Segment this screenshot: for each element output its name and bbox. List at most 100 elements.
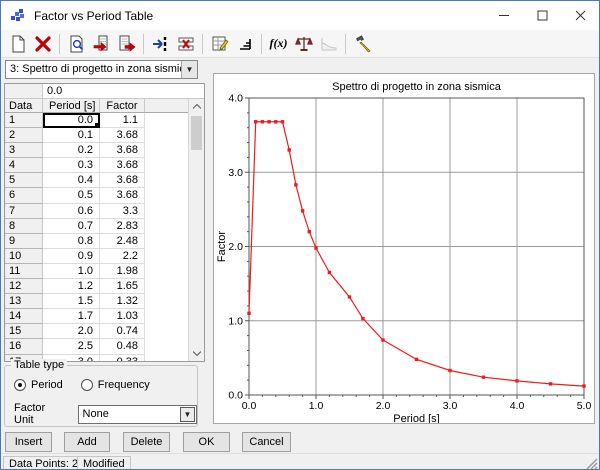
minimize-button[interactable] (485, 1, 523, 30)
table-cell[interactable]: 1.65 (100, 279, 145, 294)
table-row[interactable]: 60.53.68 (5, 188, 189, 203)
table-cell[interactable]: 5 (5, 173, 43, 188)
table-row[interactable]: 80.72.83 (5, 219, 189, 234)
table-cell[interactable]: 16 (5, 339, 43, 354)
table-row[interactable]: 30.23.68 (5, 143, 189, 158)
table-cell[interactable]: 0.0 (43, 113, 100, 128)
table-row[interactable]: 70.63.3 (5, 204, 189, 219)
table-cell[interactable]: 4 (5, 158, 43, 173)
table-cell[interactable]: 2.5 (43, 339, 100, 354)
table-row[interactable]: 50.43.68 (5, 173, 189, 188)
maximize-button[interactable] (523, 1, 561, 30)
import-button[interactable] (89, 32, 114, 56)
table-cell[interactable]: 0.33 (100, 355, 145, 362)
clear-table-button[interactable] (30, 32, 55, 56)
table-row[interactable]: 111.01.98 (5, 264, 189, 279)
table-cell[interactable]: 13 (5, 294, 43, 309)
close-button[interactable] (561, 1, 599, 30)
table-cell[interactable]: 0.8 (43, 234, 100, 249)
table-cell[interactable]: 2.0 (43, 324, 100, 339)
table-scrollbar[interactable] (188, 99, 204, 361)
table-cell[interactable]: 0.9 (43, 249, 100, 264)
table-cell[interactable]: 11 (5, 264, 43, 279)
sort-button[interactable] (232, 32, 257, 56)
scrollbar-thumb[interactable] (191, 116, 202, 150)
table-cell[interactable]: 3.68 (100, 143, 145, 158)
table-cell[interactable]: 14 (5, 309, 43, 324)
table-cell[interactable]: 1.2 (43, 279, 100, 294)
table-cell[interactable]: 0.74 (100, 324, 145, 339)
formula-button[interactable]: f(x) (266, 32, 291, 56)
table-cell[interactable]: 0.6 (43, 204, 100, 219)
table-row[interactable]: 131.51.32 (5, 294, 189, 309)
table-cell[interactable]: 1.32 (100, 294, 145, 309)
fill-handle[interactable] (95, 123, 99, 127)
cancel-button[interactable]: Cancel (242, 432, 291, 452)
paste-table-button[interactable] (207, 32, 232, 56)
table-grid[interactable]: Data Period [s] Factor 10.01.120.13.6830… (5, 99, 189, 361)
add-button[interactable]: Add (64, 432, 110, 452)
table-row[interactable]: 162.50.48 (5, 339, 189, 354)
insert-row-button[interactable] (148, 32, 173, 56)
table-cell[interactable]: 2.83 (100, 219, 145, 234)
table-cell[interactable]: 10 (5, 249, 43, 264)
table-cell[interactable]: 3 (5, 143, 43, 158)
table-cell[interactable]: 1.0 (43, 264, 100, 279)
table-cell[interactable]: 1 (5, 113, 43, 128)
table-cell[interactable]: 0.48 (100, 339, 145, 354)
ok-button[interactable]: OK (183, 432, 230, 452)
table-cell[interactable]: 2 (5, 128, 43, 143)
table-cell[interactable]: 1.1 (100, 113, 145, 128)
table-cell[interactable]: 2.48 (100, 234, 145, 249)
table-row[interactable]: 10.01.1 (5, 113, 189, 128)
table-cell[interactable]: 0.1 (43, 128, 100, 143)
table-cell[interactable]: 0.5 (43, 188, 100, 203)
table-row[interactable]: 121.21.65 (5, 279, 189, 294)
frequency-radio[interactable] (81, 379, 93, 391)
table-cell[interactable]: 1.03 (100, 309, 145, 324)
scroll-down-icon[interactable] (189, 346, 204, 361)
table-cell[interactable]: 6 (5, 188, 43, 203)
column-header-factor[interactable]: Factor (100, 99, 145, 112)
column-header-period[interactable]: Period [s] (43, 99, 100, 112)
table-row[interactable]: 90.82.48 (5, 234, 189, 249)
table-cell[interactable]: 1.7 (43, 309, 100, 324)
period-radio[interactable] (14, 379, 26, 391)
table-cell[interactable]: 8 (5, 219, 43, 234)
table-row[interactable]: 141.71.03 (5, 309, 189, 324)
table-cell[interactable]: 3.68 (100, 173, 145, 188)
column-header-data[interactable]: Data (5, 99, 43, 112)
table-cell[interactable]: 3.3 (100, 204, 145, 219)
table-row[interactable]: 20.13.68 (5, 128, 189, 143)
table-cell[interactable]: 7 (5, 204, 43, 219)
frequency-radio-label[interactable]: Frequency (98, 379, 150, 391)
table-cell[interactable]: 15 (5, 324, 43, 339)
table-cell[interactable]: 3.68 (100, 188, 145, 203)
period-radio-label[interactable]: Period (31, 379, 63, 391)
table-row[interactable]: 40.33.68 (5, 158, 189, 173)
delete-button[interactable]: Delete (123, 432, 170, 452)
table-cell[interactable]: 3.68 (100, 128, 145, 143)
factor-unit-combobox[interactable]: None ▼ (78, 405, 197, 424)
table-cell[interactable]: 1.98 (100, 264, 145, 279)
table-cell[interactable]: 12 (5, 279, 43, 294)
scale-button[interactable] (291, 32, 316, 56)
table-cell[interactable]: 2.2 (100, 249, 145, 264)
table-cell[interactable]: 9 (5, 234, 43, 249)
new-table-button[interactable] (5, 32, 30, 56)
table-cell[interactable]: 1.5 (43, 294, 100, 309)
tools-button[interactable] (350, 32, 375, 56)
resize-grip[interactable] (585, 457, 598, 470)
chevron-down-icon[interactable]: ▼ (181, 61, 197, 78)
cell-edit-input[interactable]: 0.0 (43, 84, 204, 98)
table-cell[interactable]: 0.4 (43, 173, 100, 188)
delete-row-button[interactable] (173, 32, 198, 56)
table-row[interactable]: 152.00.74 (5, 324, 189, 339)
table-cell[interactable]: 0.3 (43, 158, 100, 173)
table-row[interactable]: 100.92.2 (5, 249, 189, 264)
preset-combobox[interactable]: 3: Spettro di progetto in zona sismica ▼ (5, 60, 198, 79)
chevron-down-icon[interactable]: ▼ (180, 407, 195, 422)
table-cell[interactable]: 3.68 (100, 158, 145, 173)
table-cell[interactable]: 0.7 (43, 219, 100, 234)
table-cell[interactable]: 0.2 (43, 143, 100, 158)
